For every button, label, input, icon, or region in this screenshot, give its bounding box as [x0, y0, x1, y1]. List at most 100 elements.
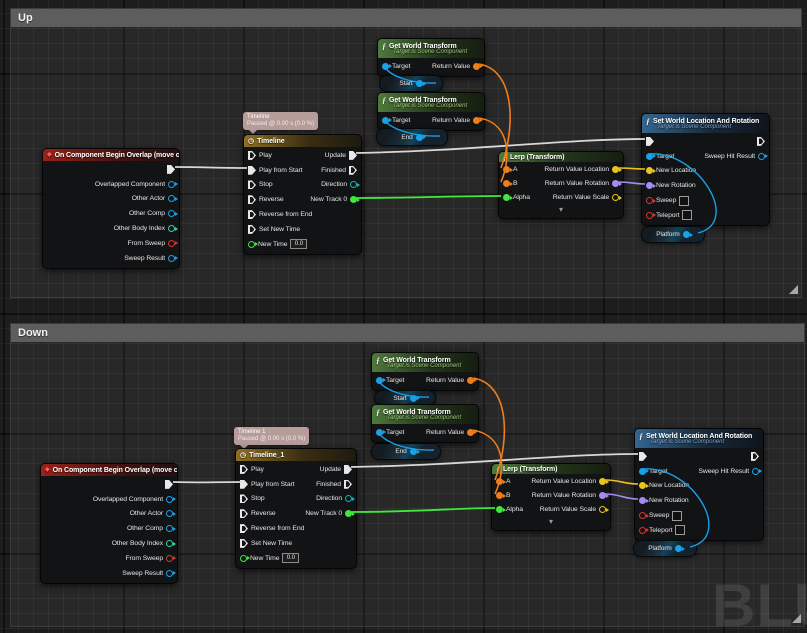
exec-update-pin[interactable]	[344, 464, 352, 474]
chevron-down-icon[interactable]: ▾	[499, 205, 623, 216]
chevron-down-icon[interactable]: ▾	[492, 517, 610, 528]
pin-sweep[interactable]	[639, 512, 646, 520]
pin-sweep-hit-result[interactable]	[758, 152, 765, 160]
sweep-checkbox[interactable]	[679, 195, 690, 206]
exec-set-new-time-pin[interactable]	[240, 538, 248, 548]
pin-new-time[interactable]	[248, 240, 255, 248]
pin-return-value[interactable]	[467, 376, 474, 384]
pin-return-value-location[interactable]	[599, 478, 606, 486]
pin-new-track-0[interactable]	[345, 510, 352, 518]
variable-node-platform[interactable]: Platform	[633, 540, 697, 557]
exec-play-pin[interactable]	[240, 464, 248, 474]
pin-other-comp[interactable]	[168, 210, 175, 218]
pin-direction[interactable]	[345, 495, 352, 503]
exec-reverse-pin[interactable]	[248, 195, 256, 205]
exec-stop-pin[interactable]	[248, 180, 256, 190]
pin-sweep[interactable]	[646, 197, 653, 205]
pin-a[interactable]	[503, 166, 510, 174]
exec-reverse-pin[interactable]	[240, 509, 248, 519]
pin-sweep-result[interactable]	[166, 569, 173, 577]
pin-new-rotation[interactable]	[646, 182, 653, 190]
teleport-checkbox[interactable]	[675, 525, 686, 536]
pin-target[interactable]	[376, 428, 383, 436]
blueprint-graph[interactable]: BLU Up Down ◆ On Component Begin Overlap…	[0, 0, 807, 633]
pin-overlapped-component[interactable]	[166, 495, 173, 503]
pin-from-sweep[interactable]	[168, 239, 175, 247]
pin-sweep-hit-result[interactable]	[752, 467, 759, 475]
exec-play-pin[interactable]	[248, 150, 256, 160]
exec-reverse-from-end-pin[interactable]	[248, 210, 256, 220]
timeline-node-down[interactable]: ◷ Timeline_1 Play Update Play from Start…	[235, 448, 357, 569]
get-world-transform-node-down-2[interactable]: ƒ Get World Transform Target is Scene Co…	[371, 404, 479, 443]
pin-b[interactable]	[496, 492, 503, 500]
pin-target[interactable]	[639, 467, 646, 475]
set-world-location-rotation-node-up[interactable]: ƒ Set World Location And Rotation Target…	[641, 113, 770, 226]
pin-teleport[interactable]	[646, 211, 653, 219]
pin-target[interactable]	[376, 376, 383, 384]
pin-target[interactable]	[382, 62, 389, 70]
pin-return-value-scale[interactable]	[612, 194, 619, 202]
lerp-transform-node-up[interactable]: ƒ Lerp (Transform) A Return Value Locati…	[498, 151, 624, 219]
exec-play-from-start-pin[interactable]	[240, 479, 248, 489]
pin-platform-value[interactable]	[674, 545, 682, 552]
exec-finished-pin[interactable]	[344, 479, 352, 489]
exec-in-pin[interactable]	[639, 451, 647, 461]
pin-end-value[interactable]	[409, 448, 417, 455]
pin-direction[interactable]	[350, 181, 357, 189]
pin-overlapped-component[interactable]	[168, 180, 175, 188]
pin-other-actor[interactable]	[166, 510, 173, 518]
variable-node-end[interactable]: End	[371, 443, 441, 460]
pin-other-actor[interactable]	[168, 195, 175, 203]
pin-end-value[interactable]	[415, 133, 423, 141]
timeline-node-up[interactable]: ◷ Timeline Play Update Play from Start F…	[243, 134, 362, 255]
pin-return-value-rotation[interactable]	[612, 180, 619, 188]
pin-teleport[interactable]	[639, 526, 646, 534]
pin-start-value[interactable]	[409, 394, 417, 402]
pin-platform-value[interactable]	[682, 231, 690, 238]
get-world-transform-node-down-1[interactable]: ƒ Get World Transform Target is Scene Co…	[371, 352, 479, 391]
pin-other-body-index[interactable]	[166, 540, 173, 548]
exec-out-pin[interactable]	[751, 451, 759, 461]
pin-other-body-index[interactable]	[168, 225, 175, 233]
pin-new-location[interactable]	[639, 482, 646, 490]
pin-return-value[interactable]	[473, 62, 480, 70]
pin-b[interactable]	[503, 180, 510, 188]
event-node-begin-overlap-up[interactable]: ◆ On Component Begin Overlap (move cue2)…	[42, 148, 180, 269]
exec-out-pin[interactable]	[167, 164, 175, 174]
sweep-checkbox[interactable]	[672, 510, 683, 521]
exec-play-from-start-pin[interactable]	[248, 165, 256, 175]
exec-out-pin[interactable]	[165, 479, 173, 489]
variable-node-start[interactable]: Start	[379, 75, 443, 92]
pin-new-time[interactable]	[240, 554, 247, 562]
variable-node-platform[interactable]: Platform	[641, 226, 705, 243]
exec-in-pin[interactable]	[646, 136, 654, 146]
comment-title-up[interactable]: Up	[11, 9, 801, 27]
pin-other-comp[interactable]	[166, 525, 173, 533]
exec-stop-pin[interactable]	[240, 494, 248, 504]
exec-set-new-time-pin[interactable]	[248, 224, 256, 234]
pin-new-location[interactable]	[646, 167, 653, 175]
pin-start-value[interactable]	[415, 80, 423, 87]
pin-target[interactable]	[382, 116, 389, 124]
new-time-input[interactable]: 0.0	[290, 239, 308, 250]
exec-reverse-from-end-pin[interactable]	[240, 524, 248, 534]
exec-out-pin[interactable]	[757, 136, 765, 146]
lerp-transform-node-down[interactable]: ƒ Lerp (Transform) A Return Value Locati…	[491, 463, 611, 531]
pin-return-value[interactable]	[473, 116, 480, 124]
pin-return-value-scale[interactable]	[599, 506, 606, 514]
pin-new-rotation[interactable]	[639, 497, 646, 505]
comment-title-down[interactable]: Down	[11, 324, 804, 342]
comment-resize-handle[interactable]	[792, 614, 801, 623]
get-world-transform-node-up-1[interactable]: ƒ Get World Transform Target is Scene Co…	[377, 38, 485, 77]
set-world-location-rotation-node-down[interactable]: ƒ Set World Location And Rotation Target…	[634, 428, 764, 541]
event-node-begin-overlap-down[interactable]: ◆ On Component Begin Overlap (move cue) …	[40, 463, 178, 584]
pin-alpha[interactable]	[503, 194, 510, 202]
exec-finished-pin[interactable]	[349, 165, 357, 175]
pin-new-track-0[interactable]	[350, 196, 357, 204]
pin-a[interactable]	[496, 478, 503, 486]
pin-return-value-location[interactable]	[612, 166, 619, 174]
pin-return-value[interactable]	[467, 428, 474, 436]
pin-return-value-rotation[interactable]	[599, 492, 606, 500]
get-world-transform-node-up-2[interactable]: ƒ Get World Transform Target is Scene Co…	[377, 92, 485, 131]
exec-update-pin[interactable]	[349, 150, 357, 160]
